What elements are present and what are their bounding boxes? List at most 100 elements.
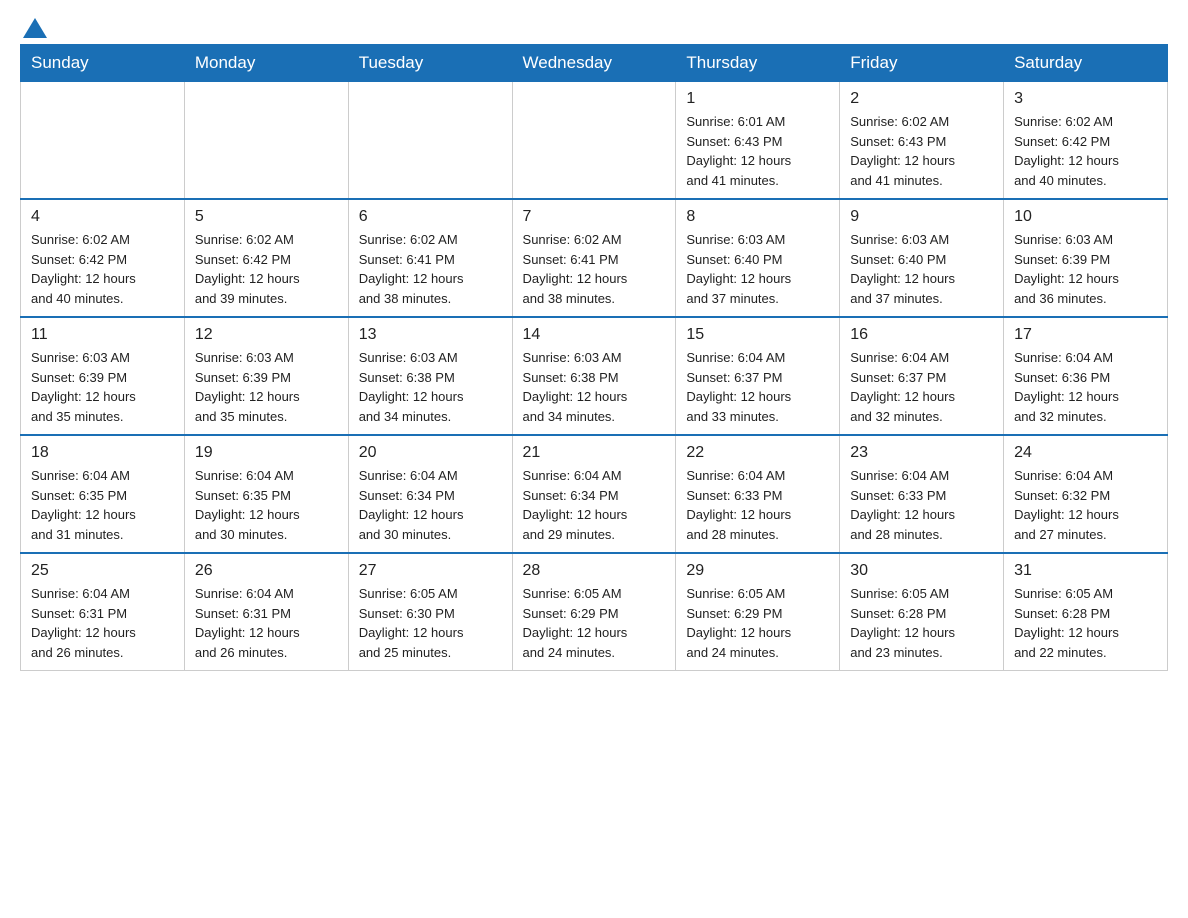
day-number: 18 [31,444,174,462]
day-number: 19 [195,444,338,462]
day-number: 22 [686,444,829,462]
calendar-cell: 20 Sunrise: 6:04 AM Sunset: 6:34 PM Dayli… [348,435,512,553]
logo [20,20,47,34]
day-number: 9 [850,208,993,226]
day-info: Sunrise: 6:05 AM Sunset: 6:28 PM Dayligh… [1014,584,1157,662]
calendar-cell: 12 Sunrise: 6:03 AM Sunset: 6:39 PM Dayli… [184,317,348,435]
weekday-header-thursday: Thursday [676,45,840,82]
calendar-cell: 6Sunrise: 6:02 AM Sunset: 6:41 PM Daylig… [348,199,512,317]
calendar-cell: 21 Sunrise: 6:04 AM Sunset: 6:34 PM Dayli… [512,435,676,553]
calendar-cell: 14 Sunrise: 6:03 AM Sunset: 6:38 PM Dayli… [512,317,676,435]
day-number: 17 [1014,326,1157,344]
calendar-cell [512,82,676,200]
day-info: Sunrise: 6:02 AM Sunset: 6:41 PM Dayligh… [359,230,502,308]
day-number: 29 [686,562,829,580]
calendar-cell: 31Sunrise: 6:05 AM Sunset: 6:28 PM Dayli… [1004,553,1168,671]
day-info: Sunrise: 6:03 AM Sunset: 6:39 PM Dayligh… [31,348,174,426]
day-info: Sunrise: 6:03 AM Sunset: 6:40 PM Dayligh… [850,230,993,308]
weekday-header-sunday: Sunday [21,45,185,82]
calendar-week-row: 11 Sunrise: 6:03 AM Sunset: 6:39 PM Dayli… [21,317,1168,435]
day-info: Sunrise: 6:05 AM Sunset: 6:29 PM Dayligh… [523,584,666,662]
day-number: 15 [686,326,829,344]
day-number: 14 [523,326,666,344]
day-info: Sunrise: 6:04 AM Sunset: 6:31 PM Dayligh… [195,584,338,662]
calendar-cell: 3Sunrise: 6:02 AM Sunset: 6:42 PM Daylig… [1004,82,1168,200]
calendar-cell: 13 Sunrise: 6:03 AM Sunset: 6:38 PM Dayli… [348,317,512,435]
calendar-cell: 7Sunrise: 6:02 AM Sunset: 6:41 PM Daylig… [512,199,676,317]
calendar-week-row: 1 Sunrise: 6:01 AM Sunset: 6:43 PM Daylig… [21,82,1168,200]
calendar-header-row: SundayMondayTuesdayWednesdayThursdayFrid… [21,45,1168,82]
calendar-cell: 1 Sunrise: 6:01 AM Sunset: 6:43 PM Daylig… [676,82,840,200]
day-info: Sunrise: 6:03 AM Sunset: 6:38 PM Dayligh… [359,348,502,426]
day-info: Sunrise: 6:02 AM Sunset: 6:42 PM Dayligh… [31,230,174,308]
day-number: 2 [850,90,993,108]
calendar-cell: 25 Sunrise: 6:04 AM Sunset: 6:31 PM Dayli… [21,553,185,671]
calendar-week-row: 25 Sunrise: 6:04 AM Sunset: 6:31 PM Dayli… [21,553,1168,671]
day-info: Sunrise: 6:04 AM Sunset: 6:33 PM Dayligh… [686,466,829,544]
calendar-cell: 29 Sunrise: 6:05 AM Sunset: 6:29 PM Dayli… [676,553,840,671]
weekday-header-monday: Monday [184,45,348,82]
day-info: Sunrise: 6:05 AM Sunset: 6:29 PM Dayligh… [686,584,829,662]
weekday-header-friday: Friday [840,45,1004,82]
calendar-cell: 2 Sunrise: 6:02 AM Sunset: 6:43 PM Daylig… [840,82,1004,200]
day-number: 13 [359,326,502,344]
calendar-cell: 11 Sunrise: 6:03 AM Sunset: 6:39 PM Dayli… [21,317,185,435]
day-info: Sunrise: 6:04 AM Sunset: 6:36 PM Dayligh… [1014,348,1157,426]
day-info: Sunrise: 6:01 AM Sunset: 6:43 PM Dayligh… [686,112,829,190]
calendar-cell: 15 Sunrise: 6:04 AM Sunset: 6:37 PM Dayli… [676,317,840,435]
calendar-cell: 28Sunrise: 6:05 AM Sunset: 6:29 PM Dayli… [512,553,676,671]
day-info: Sunrise: 6:04 AM Sunset: 6:34 PM Dayligh… [523,466,666,544]
calendar-cell: 23Sunrise: 6:04 AM Sunset: 6:33 PM Dayli… [840,435,1004,553]
calendar-cell [21,82,185,200]
calendar-cell: 30 Sunrise: 6:05 AM Sunset: 6:28 PM Dayli… [840,553,1004,671]
day-info: Sunrise: 6:04 AM Sunset: 6:31 PM Dayligh… [31,584,174,662]
day-info: Sunrise: 6:05 AM Sunset: 6:30 PM Dayligh… [359,584,502,662]
day-info: Sunrise: 6:05 AM Sunset: 6:28 PM Dayligh… [850,584,993,662]
day-info: Sunrise: 6:04 AM Sunset: 6:35 PM Dayligh… [31,466,174,544]
weekday-header-saturday: Saturday [1004,45,1168,82]
calendar-cell [348,82,512,200]
day-number: 20 [359,444,502,462]
day-number: 12 [195,326,338,344]
calendar-cell: 24Sunrise: 6:04 AM Sunset: 6:32 PM Dayli… [1004,435,1168,553]
day-number: 10 [1014,208,1157,226]
day-info: Sunrise: 6:04 AM Sunset: 6:32 PM Dayligh… [1014,466,1157,544]
calendar-cell: 16 Sunrise: 6:04 AM Sunset: 6:37 PM Dayli… [840,317,1004,435]
day-info: Sunrise: 6:04 AM Sunset: 6:33 PM Dayligh… [850,466,993,544]
calendar-week-row: 18 Sunrise: 6:04 AM Sunset: 6:35 PM Dayli… [21,435,1168,553]
calendar-cell: 10 Sunrise: 6:03 AM Sunset: 6:39 PM Dayli… [1004,199,1168,317]
calendar-week-row: 4Sunrise: 6:02 AM Sunset: 6:42 PM Daylig… [21,199,1168,317]
day-number: 16 [850,326,993,344]
calendar-cell: 19 Sunrise: 6:04 AM Sunset: 6:35 PM Dayli… [184,435,348,553]
calendar-cell: 22 Sunrise: 6:04 AM Sunset: 6:33 PM Dayli… [676,435,840,553]
calendar-cell: 5Sunrise: 6:02 AM Sunset: 6:42 PM Daylig… [184,199,348,317]
day-number: 30 [850,562,993,580]
day-info: Sunrise: 6:04 AM Sunset: 6:37 PM Dayligh… [686,348,829,426]
day-info: Sunrise: 6:03 AM Sunset: 6:39 PM Dayligh… [195,348,338,426]
day-info: Sunrise: 6:04 AM Sunset: 6:35 PM Dayligh… [195,466,338,544]
day-number: 25 [31,562,174,580]
day-number: 21 [523,444,666,462]
day-number: 11 [31,326,174,344]
calendar-table: SundayMondayTuesdayWednesdayThursdayFrid… [20,44,1168,671]
day-number: 3 [1014,90,1157,108]
day-number: 1 [686,90,829,108]
calendar-cell: 27Sunrise: 6:05 AM Sunset: 6:30 PM Dayli… [348,553,512,671]
day-number: 5 [195,208,338,226]
day-info: Sunrise: 6:03 AM Sunset: 6:40 PM Dayligh… [686,230,829,308]
weekday-header-tuesday: Tuesday [348,45,512,82]
day-info: Sunrise: 6:02 AM Sunset: 6:41 PM Dayligh… [523,230,666,308]
weekday-header-wednesday: Wednesday [512,45,676,82]
day-info: Sunrise: 6:04 AM Sunset: 6:37 PM Dayligh… [850,348,993,426]
day-info: Sunrise: 6:03 AM Sunset: 6:38 PM Dayligh… [523,348,666,426]
day-info: Sunrise: 6:02 AM Sunset: 6:43 PM Dayligh… [850,112,993,190]
day-info: Sunrise: 6:04 AM Sunset: 6:34 PM Dayligh… [359,466,502,544]
calendar-cell: 4Sunrise: 6:02 AM Sunset: 6:42 PM Daylig… [21,199,185,317]
logo-triangle-icon [23,18,47,38]
calendar-cell [184,82,348,200]
day-number: 8 [686,208,829,226]
calendar-cell: 18 Sunrise: 6:04 AM Sunset: 6:35 PM Dayli… [21,435,185,553]
calendar-cell: 9 Sunrise: 6:03 AM Sunset: 6:40 PM Daylig… [840,199,1004,317]
calendar-cell: 17 Sunrise: 6:04 AM Sunset: 6:36 PM Dayli… [1004,317,1168,435]
day-info: Sunrise: 6:03 AM Sunset: 6:39 PM Dayligh… [1014,230,1157,308]
